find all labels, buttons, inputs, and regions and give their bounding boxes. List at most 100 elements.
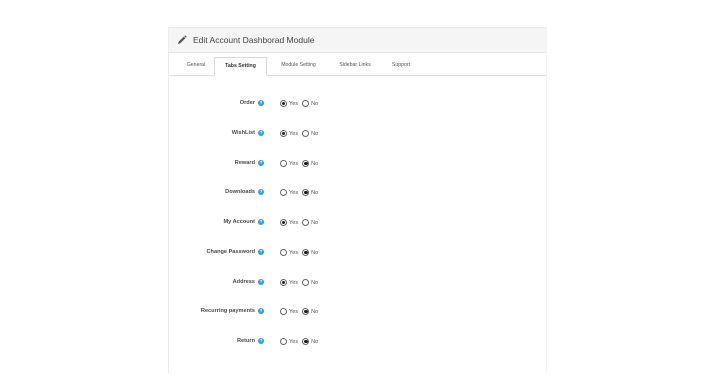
setting-label: Downloads? [225, 189, 264, 195]
option-no-label: No [311, 160, 319, 167]
radio-yes[interactable] [280, 100, 287, 107]
radio-group: Yes No [280, 130, 322, 137]
option-no[interactable]: No [302, 279, 318, 286]
setting-label-text: WishList [231, 130, 255, 136]
radio-yes[interactable] [280, 338, 287, 345]
setting-label-text: Downloads [225, 189, 255, 195]
setting-row-downloads: Downloads? Yes No [169, 188, 546, 202]
radio-no[interactable] [302, 338, 310, 345]
setting-label-text: Recurring payments [200, 308, 255, 314]
option-yes-label: Yes [289, 189, 299, 196]
setting-row-wishlist: WishList? Yes No [169, 129, 546, 143]
help-icon[interactable]: ? [258, 160, 264, 166]
radio-yes[interactable] [280, 160, 287, 167]
option-no[interactable]: No [302, 308, 318, 315]
setting-row-address: Address? Yes No [169, 278, 546, 292]
option-no-label: No [311, 308, 319, 315]
radio-group: Yes No [280, 249, 322, 256]
radio-group: Yes No [280, 100, 322, 107]
tab-general[interactable]: General [178, 58, 214, 75]
option-yes-label: Yes [289, 219, 299, 226]
option-no-label: No [311, 219, 319, 226]
radio-group: Yes No [280, 279, 322, 286]
panel-heading: Edit Account Dashborad Module [169, 28, 546, 53]
option-yes[interactable]: Yes [280, 308, 298, 315]
radio-no[interactable] [302, 219, 310, 226]
option-yes[interactable]: Yes [280, 249, 298, 256]
help-icon[interactable]: ? [258, 249, 264, 255]
tab-bar: General Tabs Setting Module Setting Side… [169, 53, 546, 76]
option-no[interactable]: No [302, 160, 318, 167]
tab-tabs-setting[interactable]: Tabs Setting [214, 57, 267, 76]
radio-no[interactable] [302, 189, 310, 196]
option-no[interactable]: No [302, 219, 318, 226]
help-icon[interactable]: ? [258, 308, 264, 314]
option-yes-label: Yes [289, 279, 299, 286]
option-yes[interactable]: Yes [280, 130, 298, 137]
setting-label-text: Change Password [206, 249, 256, 255]
radio-yes[interactable] [280, 279, 287, 286]
option-no[interactable]: No [302, 249, 318, 256]
help-icon[interactable]: ? [258, 189, 264, 195]
option-yes[interactable]: Yes [280, 160, 298, 167]
setting-label: Order? [240, 100, 264, 106]
help-icon[interactable]: ? [258, 130, 264, 136]
option-yes[interactable]: Yes [280, 279, 298, 286]
setting-label: Recurring payments? [201, 308, 264, 314]
help-icon[interactable]: ? [258, 279, 264, 285]
setting-label: Reward? [235, 160, 264, 166]
radio-group: Yes No [280, 308, 322, 315]
setting-label: WishList? [232, 130, 264, 136]
option-no[interactable]: No [302, 189, 318, 196]
option-yes-label: Yes [289, 249, 299, 256]
help-icon[interactable]: ? [258, 100, 264, 106]
option-yes-label: Yes [289, 130, 299, 137]
option-no-label: No [311, 279, 319, 286]
setting-label-text: Order [239, 100, 255, 106]
setting-label-text: My Account [223, 219, 256, 225]
radio-yes[interactable] [280, 308, 287, 315]
radio-no[interactable] [302, 308, 310, 315]
radio-no[interactable] [302, 130, 310, 137]
tab-module-setting[interactable]: Module Setting [270, 58, 327, 75]
pencil-icon [178, 35, 187, 44]
radio-no[interactable] [302, 279, 310, 286]
option-no[interactable]: No [302, 338, 318, 345]
radio-yes[interactable] [280, 219, 287, 226]
radio-group: Yes No [280, 219, 322, 226]
radio-no[interactable] [302, 100, 310, 107]
option-yes[interactable]: Yes [280, 189, 298, 196]
setting-label-text: Reward [234, 160, 255, 166]
setting-label-text: Address [232, 279, 255, 285]
option-yes[interactable]: Yes [280, 338, 298, 345]
setting-label: My Account? [223, 219, 264, 225]
setting-label: Address? [233, 279, 264, 285]
radio-group: Yes No [280, 338, 322, 345]
panel-title: Edit Account Dashborad Module [193, 35, 315, 45]
tab-support[interactable]: Support [383, 58, 419, 75]
option-yes[interactable]: Yes [280, 100, 298, 107]
setting-row-reward: Reward? Yes No [169, 159, 546, 173]
radio-yes[interactable] [280, 249, 287, 256]
module-panel: Edit Account Dashborad Module General Ta… [168, 27, 547, 373]
radio-no[interactable] [302, 249, 310, 256]
setting-label-text: Return [236, 338, 255, 344]
radio-no[interactable] [302, 160, 310, 167]
option-no-label: No [311, 130, 319, 137]
help-icon[interactable]: ? [258, 219, 264, 225]
option-yes[interactable]: Yes [280, 219, 298, 226]
setting-row-my-account: My Account? Yes No [169, 218, 546, 232]
tab-sidebar-links[interactable]: Sidebar Links [329, 58, 381, 75]
radio-yes[interactable] [280, 189, 287, 196]
option-no-label: No [311, 338, 319, 345]
setting-row-return: Return? Yes No [169, 337, 546, 351]
option-no-label: No [311, 100, 319, 107]
setting-row-order: Order? Yes No [169, 99, 546, 113]
setting-row-recurring-payments: Recurring payments? Yes No [169, 307, 546, 321]
help-icon[interactable]: ? [258, 338, 264, 344]
option-yes-label: Yes [289, 100, 299, 107]
option-no-label: No [311, 189, 319, 196]
option-no[interactable]: No [302, 100, 318, 107]
radio-yes[interactable] [280, 130, 287, 137]
option-no[interactable]: No [302, 130, 318, 137]
